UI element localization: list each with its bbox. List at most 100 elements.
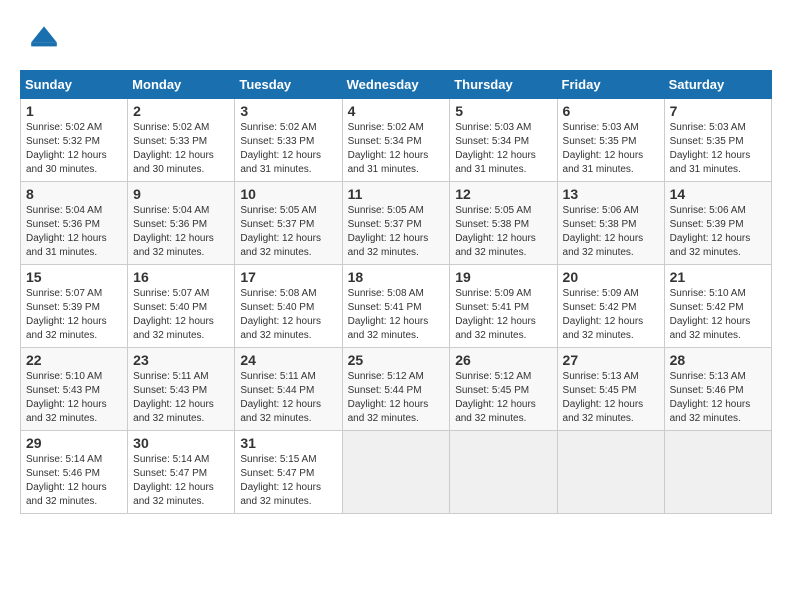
day-number: 31: [240, 435, 336, 451]
calendar-day-cell: 13 Sunrise: 5:06 AM Sunset: 5:38 PM Dayl…: [557, 182, 664, 265]
day-number: 7: [670, 103, 766, 119]
calendar-day-cell: 5 Sunrise: 5:03 AM Sunset: 5:34 PM Dayli…: [450, 99, 557, 182]
day-number: 5: [455, 103, 551, 119]
col-header-wednesday: Wednesday: [342, 71, 450, 99]
col-header-saturday: Saturday: [664, 71, 771, 99]
day-number: 9: [133, 186, 229, 202]
day-number: 29: [26, 435, 122, 451]
calendar-day-cell: 9 Sunrise: 5:04 AM Sunset: 5:36 PM Dayli…: [128, 182, 235, 265]
col-header-sunday: Sunday: [21, 71, 128, 99]
day-info: Sunrise: 5:13 AM Sunset: 5:46 PM Dayligh…: [670, 370, 766, 426]
day-info: Sunrise: 5:08 AM Sunset: 5:41 PM Dayligh…: [348, 287, 445, 343]
calendar-day-cell: 29 Sunrise: 5:14 AM Sunset: 5:46 PM Dayl…: [21, 431, 128, 514]
day-info: Sunrise: 5:11 AM Sunset: 5:43 PM Dayligh…: [133, 370, 229, 426]
calendar-day-cell: 6 Sunrise: 5:03 AM Sunset: 5:35 PM Dayli…: [557, 99, 664, 182]
page-header: [20, 20, 772, 60]
calendar-day-cell: 18 Sunrise: 5:08 AM Sunset: 5:41 PM Dayl…: [342, 265, 450, 348]
calendar-day-cell: 1 Sunrise: 5:02 AM Sunset: 5:32 PM Dayli…: [21, 99, 128, 182]
day-number: 25: [348, 352, 445, 368]
day-info: Sunrise: 5:05 AM Sunset: 5:37 PM Dayligh…: [348, 204, 445, 260]
col-header-tuesday: Tuesday: [235, 71, 342, 99]
calendar-week-row: 15 Sunrise: 5:07 AM Sunset: 5:39 PM Dayl…: [21, 265, 772, 348]
day-number: 26: [455, 352, 551, 368]
calendar-day-cell: 3 Sunrise: 5:02 AM Sunset: 5:33 PM Dayli…: [235, 99, 342, 182]
calendar-day-cell: 17 Sunrise: 5:08 AM Sunset: 5:40 PM Dayl…: [235, 265, 342, 348]
calendar-day-cell: 23 Sunrise: 5:11 AM Sunset: 5:43 PM Dayl…: [128, 348, 235, 431]
day-number: 19: [455, 269, 551, 285]
day-info: Sunrise: 5:02 AM Sunset: 5:33 PM Dayligh…: [240, 121, 336, 177]
day-number: 1: [26, 103, 122, 119]
calendar-day-cell: 16 Sunrise: 5:07 AM Sunset: 5:40 PM Dayl…: [128, 265, 235, 348]
calendar-day-cell: 28 Sunrise: 5:13 AM Sunset: 5:46 PM Dayl…: [664, 348, 771, 431]
day-info: Sunrise: 5:10 AM Sunset: 5:43 PM Dayligh…: [26, 370, 122, 426]
day-number: 23: [133, 352, 229, 368]
calendar-day-cell: 4 Sunrise: 5:02 AM Sunset: 5:34 PM Dayli…: [342, 99, 450, 182]
day-info: Sunrise: 5:06 AM Sunset: 5:38 PM Dayligh…: [563, 204, 659, 260]
day-number: 4: [348, 103, 445, 119]
day-info: Sunrise: 5:12 AM Sunset: 5:44 PM Dayligh…: [348, 370, 445, 426]
day-info: Sunrise: 5:05 AM Sunset: 5:37 PM Dayligh…: [240, 204, 336, 260]
calendar-week-row: 8 Sunrise: 5:04 AM Sunset: 5:36 PM Dayli…: [21, 182, 772, 265]
calendar-day-cell: 24 Sunrise: 5:11 AM Sunset: 5:44 PM Dayl…: [235, 348, 342, 431]
day-number: 6: [563, 103, 659, 119]
day-number: 11: [348, 186, 445, 202]
calendar-day-cell: 7 Sunrise: 5:03 AM Sunset: 5:35 PM Dayli…: [664, 99, 771, 182]
calendar-day-cell: 20 Sunrise: 5:09 AM Sunset: 5:42 PM Dayl…: [557, 265, 664, 348]
day-info: Sunrise: 5:14 AM Sunset: 5:46 PM Dayligh…: [26, 453, 122, 509]
calendar-week-row: 1 Sunrise: 5:02 AM Sunset: 5:32 PM Dayli…: [21, 99, 772, 182]
day-number: 13: [563, 186, 659, 202]
day-info: Sunrise: 5:13 AM Sunset: 5:45 PM Dayligh…: [563, 370, 659, 426]
day-number: 16: [133, 269, 229, 285]
calendar-day-cell: 15 Sunrise: 5:07 AM Sunset: 5:39 PM Dayl…: [21, 265, 128, 348]
calendar-day-cell: 19 Sunrise: 5:09 AM Sunset: 5:41 PM Dayl…: [450, 265, 557, 348]
logo-icon: [20, 20, 60, 60]
day-number: 3: [240, 103, 336, 119]
calendar-week-row: 22 Sunrise: 5:10 AM Sunset: 5:43 PM Dayl…: [21, 348, 772, 431]
day-number: 20: [563, 269, 659, 285]
day-info: Sunrise: 5:06 AM Sunset: 5:39 PM Dayligh…: [670, 204, 766, 260]
day-info: Sunrise: 5:08 AM Sunset: 5:40 PM Dayligh…: [240, 287, 336, 343]
day-info: Sunrise: 5:09 AM Sunset: 5:41 PM Dayligh…: [455, 287, 551, 343]
calendar-header-row: SundayMondayTuesdayWednesdayThursdayFrid…: [21, 71, 772, 99]
day-info: Sunrise: 5:11 AM Sunset: 5:44 PM Dayligh…: [240, 370, 336, 426]
calendar-day-cell: 21 Sunrise: 5:10 AM Sunset: 5:42 PM Dayl…: [664, 265, 771, 348]
day-number: 10: [240, 186, 336, 202]
day-info: Sunrise: 5:02 AM Sunset: 5:32 PM Dayligh…: [26, 121, 122, 177]
day-info: Sunrise: 5:03 AM Sunset: 5:35 PM Dayligh…: [670, 121, 766, 177]
col-header-friday: Friday: [557, 71, 664, 99]
day-info: Sunrise: 5:02 AM Sunset: 5:34 PM Dayligh…: [348, 121, 445, 177]
day-number: 14: [670, 186, 766, 202]
logo: [20, 20, 62, 60]
day-info: Sunrise: 5:15 AM Sunset: 5:47 PM Dayligh…: [240, 453, 336, 509]
day-number: 22: [26, 352, 122, 368]
day-number: 17: [240, 269, 336, 285]
calendar-day-cell: 27 Sunrise: 5:13 AM Sunset: 5:45 PM Dayl…: [557, 348, 664, 431]
day-info: Sunrise: 5:02 AM Sunset: 5:33 PM Dayligh…: [133, 121, 229, 177]
day-info: Sunrise: 5:04 AM Sunset: 5:36 PM Dayligh…: [26, 204, 122, 260]
calendar-day-cell: 11 Sunrise: 5:05 AM Sunset: 5:37 PM Dayl…: [342, 182, 450, 265]
day-number: 8: [26, 186, 122, 202]
day-info: Sunrise: 5:03 AM Sunset: 5:34 PM Dayligh…: [455, 121, 551, 177]
calendar-day-cell: 26 Sunrise: 5:12 AM Sunset: 5:45 PM Dayl…: [450, 348, 557, 431]
day-info: Sunrise: 5:05 AM Sunset: 5:38 PM Dayligh…: [455, 204, 551, 260]
day-number: 18: [348, 269, 445, 285]
day-info: Sunrise: 5:07 AM Sunset: 5:39 PM Dayligh…: [26, 287, 122, 343]
calendar-day-cell: 2 Sunrise: 5:02 AM Sunset: 5:33 PM Dayli…: [128, 99, 235, 182]
calendar-day-cell: [557, 431, 664, 514]
day-number: 12: [455, 186, 551, 202]
day-info: Sunrise: 5:10 AM Sunset: 5:42 PM Dayligh…: [670, 287, 766, 343]
calendar-day-cell: [450, 431, 557, 514]
col-header-thursday: Thursday: [450, 71, 557, 99]
day-number: 27: [563, 352, 659, 368]
day-info: Sunrise: 5:09 AM Sunset: 5:42 PM Dayligh…: [563, 287, 659, 343]
calendar-day-cell: 8 Sunrise: 5:04 AM Sunset: 5:36 PM Dayli…: [21, 182, 128, 265]
calendar-day-cell: 14 Sunrise: 5:06 AM Sunset: 5:39 PM Dayl…: [664, 182, 771, 265]
calendar-day-cell: 22 Sunrise: 5:10 AM Sunset: 5:43 PM Dayl…: [21, 348, 128, 431]
day-number: 28: [670, 352, 766, 368]
calendar-day-cell: 12 Sunrise: 5:05 AM Sunset: 5:38 PM Dayl…: [450, 182, 557, 265]
calendar-day-cell: 10 Sunrise: 5:05 AM Sunset: 5:37 PM Dayl…: [235, 182, 342, 265]
calendar-day-cell: 25 Sunrise: 5:12 AM Sunset: 5:44 PM Dayl…: [342, 348, 450, 431]
calendar-table: SundayMondayTuesdayWednesdayThursdayFrid…: [20, 70, 772, 514]
day-info: Sunrise: 5:12 AM Sunset: 5:45 PM Dayligh…: [455, 370, 551, 426]
col-header-monday: Monday: [128, 71, 235, 99]
